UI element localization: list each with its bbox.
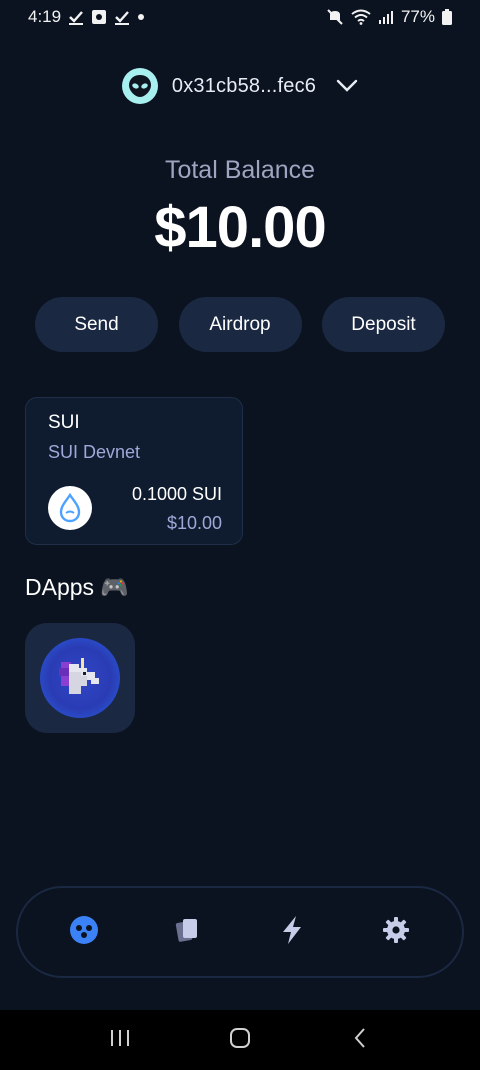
back-icon: [353, 1027, 367, 1054]
check-icon: [68, 9, 84, 25]
chevron-down-icon[interactable]: [336, 79, 358, 93]
square-icon: [91, 9, 107, 25]
status-bar: 4:19 77%: [0, 0, 480, 34]
tab-activity[interactable]: [262, 902, 322, 962]
signal-icon: [378, 10, 394, 24]
recents-icon: [109, 1028, 131, 1053]
deposit-button[interactable]: Deposit: [322, 297, 445, 352]
token-card[interactable]: SUI SUI Devnet 0.1000 SUI $10.00: [25, 397, 243, 545]
gear-icon: [382, 916, 410, 949]
dapps-icon: [69, 915, 99, 950]
alien-icon: [121, 68, 158, 104]
dapps-title: DApps: [25, 574, 95, 600]
airdrop-button[interactable]: Airdrop: [178, 297, 302, 352]
status-right: 77%: [326, 7, 452, 27]
system-nav-bar: [0, 1010, 480, 1070]
home-button[interactable]: [210, 1010, 270, 1070]
status-time: 4:19: [28, 7, 62, 26]
dapp-tile[interactable]: [25, 623, 135, 733]
send-button[interactable]: Send: [35, 297, 158, 352]
gamepad-emoji: 🎮: [100, 574, 129, 600]
status-left: 4:19: [28, 7, 145, 27]
token-usd-value: $10.00: [166, 513, 222, 533]
check-icon: [114, 9, 130, 25]
mute-icon: [326, 8, 344, 26]
balance-label: Total Balance: [164, 156, 316, 184]
back-button[interactable]: [330, 1010, 390, 1070]
home-icon: [229, 1027, 251, 1054]
tab-dapps[interactable]: [54, 902, 114, 962]
bottom-tab-bar: [16, 886, 464, 978]
unicorn-icon: [40, 638, 120, 718]
token-network: SUI Devnet: [48, 442, 141, 462]
battery-icon: [442, 9, 452, 25]
dot-icon: [137, 13, 145, 21]
account-address: 0x31cb58...fec6: [171, 74, 317, 97]
token-amount: 0.1000 SUI: [131, 484, 222, 504]
account-selector[interactable]: 0x31cb58...fec6: [0, 68, 480, 104]
balance-value: $10.00: [154, 195, 326, 260]
recents-button[interactable]: [90, 1010, 150, 1070]
battery-percent: 77%: [400, 7, 435, 26]
dapps-heading: DApps 🎮: [25, 574, 129, 601]
wifi-icon: [351, 9, 371, 25]
tab-settings[interactable]: [366, 902, 426, 962]
bolt-icon: [278, 915, 306, 950]
sui-drop-icon: [48, 486, 92, 530]
token-symbol: SUI: [48, 412, 80, 433]
action-buttons: Send Airdrop Deposit: [35, 297, 445, 352]
tab-collectibles[interactable]: [158, 902, 218, 962]
cards-icon: [174, 916, 202, 949]
